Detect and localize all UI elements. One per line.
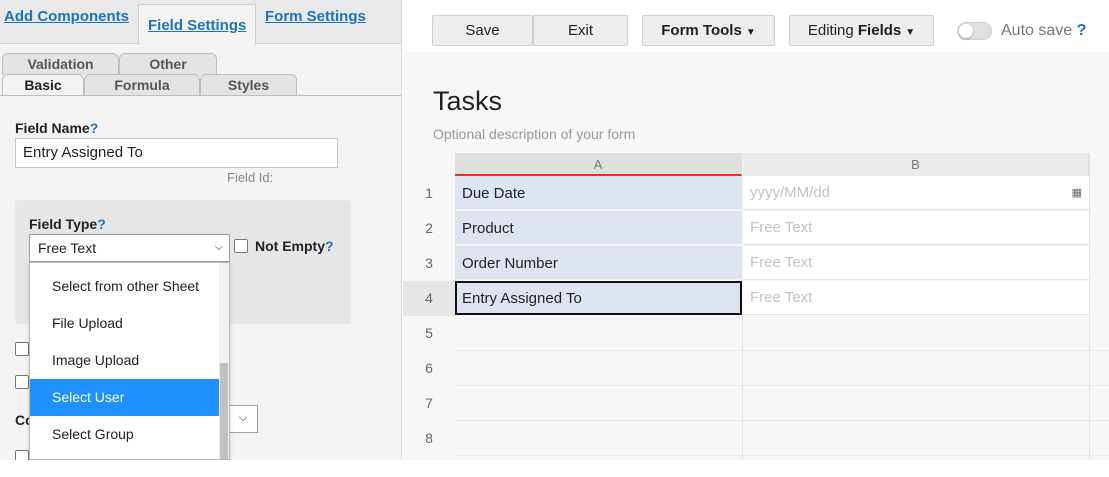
- field-name-input[interactable]: Entry Assigned To: [15, 138, 338, 168]
- dropdown-option[interactable]: File Upload: [30, 305, 220, 342]
- tab-form-settings[interactable]: Form Settings: [265, 8, 366, 25]
- dropdown-option[interactable]: Image Upload: [30, 342, 220, 379]
- cell-b[interactable]: Free Text: [743, 211, 1089, 245]
- editing-mode-button[interactable]: Editing Fields ▼: [789, 15, 934, 46]
- chevron-down-icon: ⌵: [238, 412, 248, 424]
- row-number: 3: [425, 255, 433, 271]
- form-tools-button[interactable]: Form Tools ▼: [642, 15, 775, 46]
- subtab-basic[interactable]: Basic: [2, 74, 84, 96]
- subtab-divider: [0, 95, 401, 96]
- empty-row[interactable]: [455, 421, 1109, 456]
- row-number: 8: [425, 430, 433, 446]
- field-type-select[interactable]: Free Text ⌵: [29, 234, 230, 262]
- field-name-label: Field Name?: [15, 120, 99, 136]
- option-checkbox-3[interactable]: [15, 450, 29, 460]
- option-checkbox-2[interactable]: [15, 375, 29, 389]
- dropdown-option[interactable]: Select Group: [30, 416, 220, 453]
- field-type-dropdown: Select from other Sheet File Upload Imag…: [29, 262, 230, 460]
- form-description[interactable]: Optional description of your form: [433, 126, 635, 142]
- exit-button[interactable]: Exit: [533, 15, 628, 46]
- cell-a[interactable]: Product: [455, 211, 742, 245]
- field-id-label: Field Id:: [227, 170, 274, 185]
- dropdown-scrollbar[interactable]: [219, 263, 229, 459]
- toggle-knob: [959, 24, 973, 38]
- form-title[interactable]: Tasks: [433, 86, 502, 117]
- row-number: 2: [425, 220, 433, 236]
- row-number: 7: [425, 395, 433, 411]
- column-header-b[interactable]: B: [743, 153, 1089, 176]
- field-type-help-icon[interactable]: ?: [97, 216, 106, 232]
- field-type-label: Field Type?: [29, 216, 106, 232]
- autosave-toggle[interactable]: [957, 22, 992, 40]
- row-number-active: 4: [403, 281, 455, 316]
- not-empty-help-icon[interactable]: ?: [325, 238, 334, 254]
- editing-prefix: Editing: [807, 22, 854, 39]
- empty-row[interactable]: [455, 316, 1109, 351]
- row-number: 6: [425, 360, 433, 376]
- dropdown-option[interactable]: Select from other Sheet: [30, 268, 220, 305]
- calendar-icon[interactable]: ▦: [1072, 186, 1082, 199]
- cell-b[interactable]: Free Text: [743, 281, 1089, 315]
- grid-line: [742, 316, 743, 460]
- not-empty-label: Not Empty?: [255, 238, 334, 254]
- chevron-down-icon: ⌵: [214, 241, 223, 253]
- editing-mode-label: Fields: [857, 22, 902, 39]
- dropdown-option-selected[interactable]: Select User: [30, 379, 220, 416]
- tab-field-settings[interactable]: Field Settings: [138, 4, 257, 45]
- form-tools-label: Form Tools: [661, 22, 742, 39]
- subtab-formula[interactable]: Formula: [84, 74, 200, 96]
- cell-a[interactable]: Order Number: [455, 246, 742, 280]
- grid-line: [1089, 153, 1090, 460]
- field-settings-panel: Add Components Field Settings Form Setti…: [0, 0, 402, 460]
- caret-down-icon: ▼: [905, 27, 916, 38]
- field-grid: A B 1 Due Date yyyy/MM/dd ▦ 2 Product Fre…: [403, 153, 1109, 460]
- cell-b[interactable]: Free Text: [743, 246, 1089, 280]
- column-header-a[interactable]: A: [455, 153, 742, 176]
- cell-b[interactable]: yyyy/MM/dd ▦: [743, 176, 1089, 210]
- save-button[interactable]: Save: [432, 15, 533, 46]
- autosave-help-icon[interactable]: ?: [1077, 22, 1087, 39]
- panel-tabs: Add Components Field Settings Form Setti…: [0, 0, 401, 45]
- subtab-other[interactable]: Other: [119, 53, 217, 75]
- form-builder: { "left_tabs": { "add_components": "Add …: [0, 0, 1109, 477]
- caret-down-icon: ▼: [745, 27, 756, 38]
- secondary-select[interactable]: ⌵: [228, 405, 258, 433]
- scrollbar-thumb[interactable]: [220, 363, 228, 459]
- not-empty-checkbox[interactable]: [234, 239, 248, 253]
- row-number: 5: [425, 325, 433, 341]
- row-number: 1: [425, 185, 433, 201]
- cell-a-active[interactable]: Entry Assigned To: [455, 281, 742, 315]
- field-type-value: Free Text: [38, 240, 97, 256]
- cell-a[interactable]: Due Date: [455, 176, 742, 210]
- empty-row[interactable]: [455, 386, 1109, 421]
- option-checkbox-1[interactable]: [15, 342, 29, 356]
- subtab-styles[interactable]: Styles: [200, 74, 297, 96]
- tab-add-components[interactable]: Add Components: [4, 8, 129, 25]
- cell-b-placeholder: yyyy/MM/dd: [750, 184, 831, 201]
- field-name-help-icon[interactable]: ?: [90, 120, 99, 136]
- subtab-validation[interactable]: Validation: [2, 53, 119, 75]
- empty-row[interactable]: [455, 351, 1109, 386]
- autosave-label: Auto save ?: [1001, 22, 1087, 39]
